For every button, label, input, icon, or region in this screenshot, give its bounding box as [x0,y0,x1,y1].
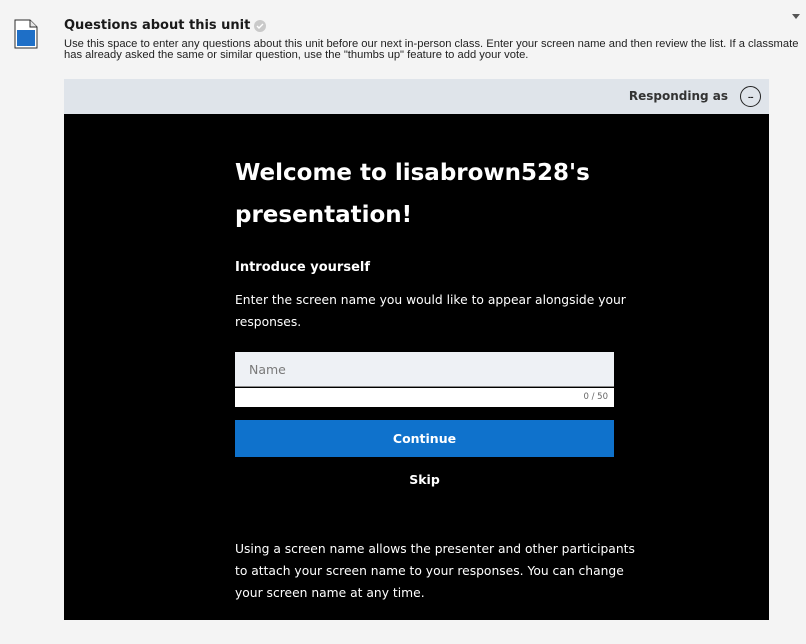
completion-check-icon[interactable] [254,19,267,32]
collapse-arrow-icon[interactable] [792,14,800,19]
activity-title[interactable]: Questions about this unit [64,18,250,33]
document-icon [14,19,38,49]
screen-name-footnote: Using a screen name allows the presenter… [235,542,635,600]
intro-instructions: Enter the screen name you would like to … [235,293,626,329]
character-counter: 0 / 50 [235,388,614,407]
avatar-initials: -- [748,91,754,102]
screen-name-input[interactable]: Name [235,352,614,387]
responding-as-label: Responding as [628,89,728,103]
continue-button[interactable]: Continue [235,420,614,457]
presentation-panel: Welcome to lisabrown528's presentation! … [64,114,769,620]
screen-name-placeholder: Name [249,362,286,377]
avatar-button[interactable]: -- [740,86,761,107]
welcome-heading: Welcome to lisabrown528's presentation! [235,160,590,228]
activity-header: Questions about this unit [64,18,267,33]
skip-button[interactable]: Skip [235,472,614,492]
activity-description: Use this space to enter any questions ab… [64,38,799,61]
responding-as-bar: Responding as -- [64,79,769,114]
introduce-yourself-heading: Introduce yourself [235,260,370,275]
